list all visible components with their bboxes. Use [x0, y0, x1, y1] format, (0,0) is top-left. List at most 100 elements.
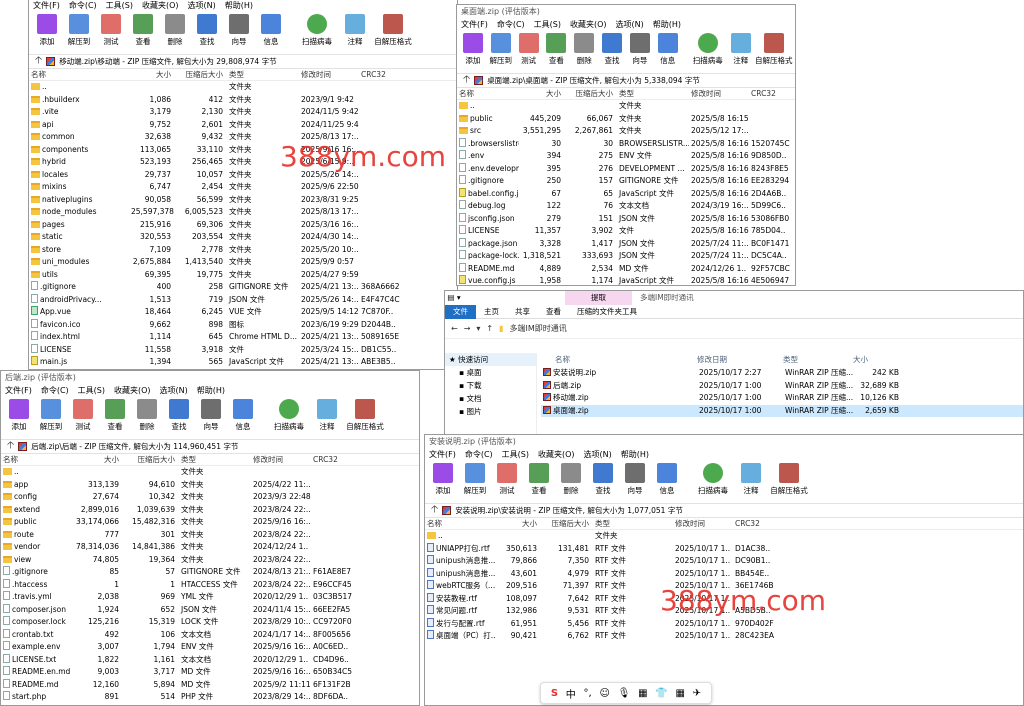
toolbar-button-find[interactable]: 查找: [163, 399, 195, 432]
ribbon-tab[interactable]: 主页: [476, 305, 507, 319]
table-row[interactable]: vendor 78,314,036 14,841,386 文件夹 2024/12/24 …: [1, 541, 419, 554]
menu-item[interactable]: 帮助(H): [197, 384, 225, 397]
table-row[interactable]: api 9,752 2,601 文件夹 2024/11/25 9:42: [29, 119, 457, 132]
toolbar-button-extract[interactable]: 解压到: [487, 33, 515, 66]
address-bar[interactable]: 🡡 安装说明.zip\安装说明 - ZIP 压缩文件, 解包大小为 1,077,0…: [425, 503, 1023, 518]
menu-item[interactable]: 工具(S): [106, 0, 133, 12]
table-row[interactable]: jsconfig.json 279 151 JSON 文件 2025/5/8 16:16…: [457, 212, 795, 226]
nav-item[interactable]: ▪ 下载: [445, 379, 536, 392]
col-size[interactable]: 大小: [71, 454, 123, 465]
up-arrow-icon[interactable]: 🡡: [431, 504, 438, 517]
table-row[interactable]: .browserslistrc 30 30 BROWSERSLISTR... 2025/…: [457, 137, 795, 151]
toolbar-button-test[interactable]: 测试: [67, 399, 99, 432]
table-row[interactable]: LICENSE 11,558 3,918 文件 2025/3/24 15:.. DB1C5…: [29, 343, 457, 357]
table-row[interactable]: crontab.txt 492 106 文本文档 2024/1/17 14:.. 8F00…: [1, 628, 419, 642]
address-bar[interactable]: 🡡 桌面端.zip\桌面端 - ZIP 压缩文件, 解包大小为 5,338,094…: [457, 73, 795, 88]
toolbar-button-virus-scan[interactable]: 扫描病毒: [295, 14, 339, 47]
col-crc[interactable]: CRC32: [359, 69, 401, 80]
col-size[interactable]: 大小: [129, 69, 175, 80]
table-row[interactable]: .htaccess 1 1 HTACCESS 文件 2023/8/24 22:.. E96…: [1, 578, 419, 592]
table-row[interactable]: README.md 4,889 2,534 MD 文件 2024/12/26 1.. 92…: [457, 262, 795, 276]
table-row[interactable]: .env.developm... 395 276 DEVELOPMENT ... 202…: [457, 162, 795, 176]
table-row[interactable]: start.php 891 514 PHP 文件 2023/8/29 14:.. 8DF6…: [1, 691, 419, 704]
toolbar-button-test[interactable]: 测试: [515, 33, 543, 66]
toolbar-button-delete[interactable]: 删除: [131, 399, 163, 432]
ribbon-tab[interactable]: 查看: [538, 305, 569, 319]
toolbar-button-extract[interactable]: 解压到: [459, 463, 491, 496]
table-row[interactable]: utils 69,395 19,775 文件夹 2025/4/27 9:59: [29, 269, 457, 282]
table-row[interactable]: pages 215,916 69,306 文件夹 2025/3/16 16:..: [29, 219, 457, 232]
table-row[interactable]: composer.lock 125,216 15,319 LOCK 文件 2023/8/…: [1, 616, 419, 629]
col-modified[interactable]: 修改时间: [299, 69, 359, 80]
table-row[interactable]: README.md 12,160 5,894 MD 文件 2025/9/2 11:11 6…: [1, 678, 419, 692]
col-packed[interactable]: 压缩后大小: [175, 69, 227, 80]
table-row[interactable]: static 320,553 203,554 文件夹 2024/4/30 14:..: [29, 231, 457, 244]
ime-item[interactable]: ▦: [638, 688, 647, 699]
address-bar[interactable]: 🡡 后端.zip\后端 - ZIP 压缩文件, 解包大小为 114,960,451…: [1, 439, 419, 454]
toolbar-button-info[interactable]: 信息: [654, 33, 682, 66]
ribbon-tab[interactable]: 文件: [445, 304, 476, 319]
table-row[interactable]: unipush消息推... 79,866 7,350 RTF 文件 2025/10/17…: [425, 555, 1023, 568]
explorer-row[interactable]: 桌面端.zip 2025/10/17 1:00 WinRAR ZIP 压缩... 2,…: [541, 404, 1023, 417]
up-arrow-icon[interactable]: 🡡: [7, 440, 14, 453]
col-name[interactable]: 名称: [541, 353, 697, 367]
table-row[interactable]: UNIAPP打包.rtf 350,613 131,481 RTF 文件 2025/10/…: [425, 542, 1023, 556]
toolbar-button-sfx[interactable]: 自解压格式: [767, 463, 811, 496]
forward-icon[interactable]: →: [464, 324, 471, 333]
menu-item[interactable]: 收藏夹(O): [142, 0, 179, 12]
table-row[interactable]: .env 394 275 ENV 文件 2025/5/8 16:16 9D850D..: [457, 150, 795, 163]
col-packed[interactable]: 压缩后大小: [123, 454, 179, 465]
toolbar-button-sfx[interactable]: 自解压格式: [755, 33, 793, 66]
toolbar-button-add[interactable]: 添加: [459, 33, 487, 66]
table-row[interactable]: index.html 1,114 645 Chrome HTML D... 2025/4…: [29, 331, 457, 344]
toolbar-button-delete[interactable]: 删除: [555, 463, 587, 496]
table-row[interactable]: .. 文件夹: [1, 466, 419, 479]
table-row[interactable]: babel.config.js 67 65 JavaScript 文件 2025/5/8…: [457, 187, 795, 201]
menu-item[interactable]: 收藏夹(O): [538, 448, 575, 461]
table-row[interactable]: .. 文件夹: [457, 100, 795, 113]
menu-item[interactable]: 帮助(H): [225, 0, 253, 12]
table-row[interactable]: .. 文件夹: [425, 530, 1023, 543]
toolbar-button-virus-scan[interactable]: 扫描病毒: [689, 33, 727, 66]
col-modified[interactable]: 修改日期: [697, 353, 783, 367]
menu-item[interactable]: 命令(C): [69, 0, 97, 12]
table-row[interactable]: LICENSE.txt 1,822 1,161 文本文档 2020/12/29 1.. C…: [1, 653, 419, 667]
table-row[interactable]: extend 2,899,016 1,039,639 文件夹 2023/8/24 22:…: [1, 504, 419, 517]
col-packed[interactable]: 压缩后大小: [541, 518, 593, 529]
menu-item[interactable]: 选项(N): [188, 0, 216, 12]
col-name[interactable]: 名称: [1, 454, 71, 465]
table-row[interactable]: public 33,174,066 15,482,316 文件夹 2025/9/16 1…: [1, 516, 419, 529]
toolbar-button-comment[interactable]: 注释: [311, 399, 343, 432]
col-crc[interactable]: CRC32: [311, 454, 353, 465]
menu-item[interactable]: 工具(S): [534, 18, 561, 31]
col-modified[interactable]: 修改时间: [251, 454, 311, 465]
toolbar-button-view[interactable]: 查看: [127, 14, 159, 47]
toolbar-button-info[interactable]: 信息: [255, 14, 287, 47]
col-name[interactable]: 名称: [29, 69, 129, 80]
ime-item[interactable]: °,: [584, 688, 592, 699]
table-row[interactable]: route 777 301 文件夹 2023/8/24 22:..: [1, 529, 419, 542]
table-row[interactable]: view 74,805 19,364 文件夹 2023/8/24 22:..: [1, 554, 419, 567]
toolbar-button-test[interactable]: 测试: [95, 14, 127, 47]
toolbar-button-info[interactable]: 信息: [227, 399, 259, 432]
toolbar-button-comment[interactable]: 注释: [727, 33, 755, 66]
table-row[interactable]: src 3,551,295 2,267,861 文件夹 2025/5/12 17:..: [457, 125, 795, 138]
address-bar[interactable]: 🡡 移动端.zip\移动端 - ZIP 压缩文件, 解包大小为 29,808,97…: [29, 54, 457, 69]
menu-item[interactable]: 文件(F): [461, 18, 488, 31]
table-row[interactable]: .vite 3,179 2,130 文件夹 2024/11/5 9:42: [29, 106, 457, 119]
table-row[interactable]: .travis.yml 2,038 969 YML 文件 2020/12/29 1.. 0…: [1, 591, 419, 604]
col-packed[interactable]: 压缩后大小: [565, 88, 617, 99]
menu-item[interactable]: 命令(C): [41, 384, 69, 397]
up-icon[interactable]: ↑: [486, 324, 493, 333]
col-size[interactable]: 大小: [519, 88, 565, 99]
toolbar-button-find[interactable]: 查找: [191, 14, 223, 47]
table-row[interactable]: public 445,209 66,067 文件夹 2025/5/8 16:15: [457, 113, 795, 126]
ime-item[interactable]: ☺: [599, 688, 609, 699]
menu-item[interactable]: 命令(C): [497, 18, 525, 31]
toolbar-button-info[interactable]: 信息: [651, 463, 683, 496]
table-row[interactable]: LICENSE 11,357 3,902 文件 2025/5/8 16:16 785D04…: [457, 225, 795, 238]
table-row[interactable]: .gitignore 400 258 GITIGNORE 文件 2025/4/21 13…: [29, 281, 457, 294]
breadcrumb[interactable]: 多端IM即时通讯: [510, 323, 567, 334]
menu-item[interactable]: 命令(C): [465, 448, 493, 461]
col-size[interactable]: 大小: [495, 518, 541, 529]
